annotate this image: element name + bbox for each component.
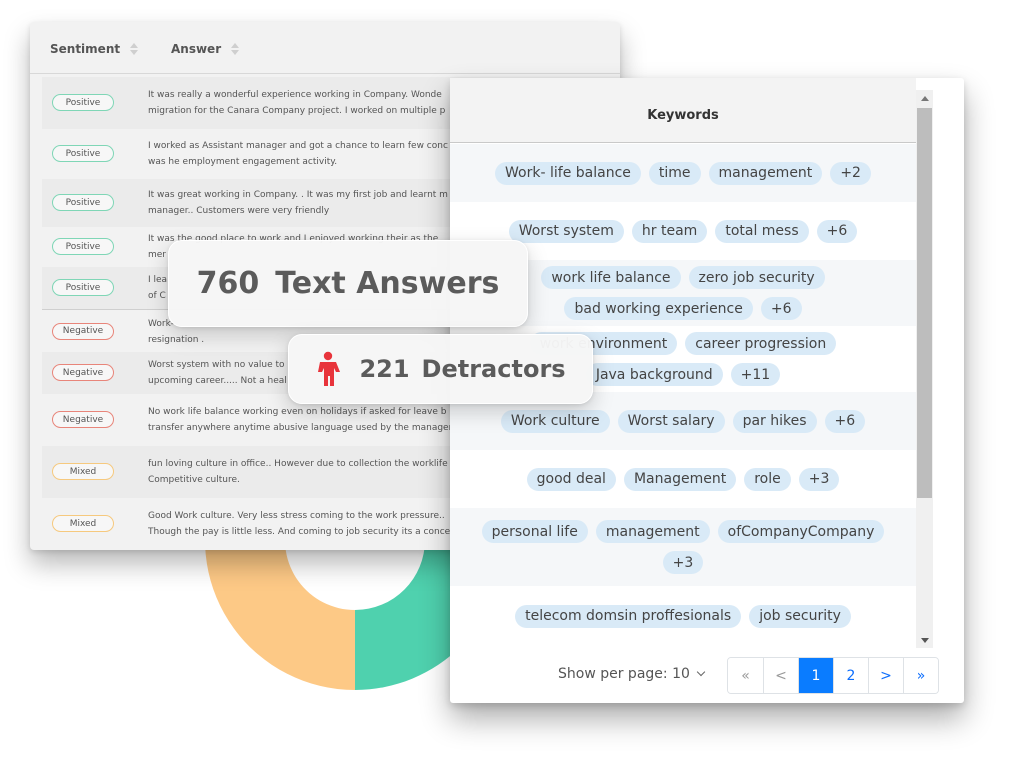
sentiment-badge: Mixed (52, 515, 114, 532)
more-keywords-chip[interactable]: +3 (662, 551, 704, 574)
more-keywords-chip[interactable]: +3 (798, 467, 840, 491)
keyword-chip[interactable]: good deal (526, 467, 616, 491)
column-header-label: Answer (171, 42, 222, 56)
keyword-chip[interactable]: personal life (481, 520, 588, 543)
keyword-chip[interactable]: total mess (715, 219, 809, 243)
keyword-chip[interactable]: work life balance (541, 266, 681, 289)
detractors-label: Detractors (421, 355, 566, 383)
more-keywords-chip[interactable]: +6 (760, 297, 802, 320)
detractors-card: 221 Detractors (288, 334, 593, 404)
text-answers-card: 760 Text Answers (168, 240, 528, 327)
keyword-chip[interactable]: Work culture (500, 409, 610, 433)
sentiment-badge: Negative (52, 322, 114, 340)
sentiment-badge: Positive (52, 194, 114, 211)
arrow-up-icon (920, 95, 929, 101)
page-2-button[interactable]: 2 (833, 658, 868, 693)
keyword-row: Work- life balance time management +2 (450, 144, 916, 202)
scroll-thumb[interactable] (917, 108, 932, 498)
sort-icon[interactable] (231, 43, 240, 55)
text-answers-count: 760 (196, 266, 260, 301)
scroll-up-button[interactable] (916, 90, 933, 106)
per-page-label: Show per page: 10 (558, 666, 690, 682)
sentiment-badge: Positive (52, 145, 114, 162)
detractors-count: 221 (359, 355, 410, 383)
keyword-chip[interactable]: job security (749, 604, 851, 628)
keyword-chip[interactable]: par hikes (732, 409, 817, 433)
keyword-chip[interactable]: management (708, 161, 823, 185)
scrollbar[interactable] (916, 90, 933, 648)
keyword-chip[interactable]: telecom domsin proffesionals (515, 604, 742, 628)
sentiment-badge: Negative (52, 411, 114, 428)
arrow-down-icon (920, 637, 929, 643)
pagination: « < 1 2 > » (727, 657, 939, 694)
keyword-chip[interactable]: Worst system (508, 219, 624, 243)
more-keywords-chip[interactable]: +11 (730, 363, 781, 386)
keyword-chip[interactable]: zero job security (688, 266, 825, 289)
keyword-chip[interactable]: Management (623, 467, 737, 491)
prev-page-button[interactable]: < (763, 658, 798, 693)
keyword-chip[interactable]: Java background (585, 363, 723, 386)
keyword-row: good deal Management role +3 (450, 450, 916, 508)
person-icon (318, 351, 341, 386)
keyword-chip[interactable]: ofCompanyCompany (717, 520, 885, 543)
keyword-chip[interactable]: role (744, 467, 791, 491)
sentiment-badge: Positive (52, 279, 114, 296)
more-keywords-chip[interactable]: +2 (830, 161, 871, 185)
keyword-row: personal life management ofCompanyCompany +… (450, 508, 916, 586)
more-keywords-chip[interactable]: +6 (824, 409, 866, 433)
column-header-sentiment[interactable]: Sentiment (50, 42, 139, 56)
last-page-button[interactable]: » (903, 658, 938, 693)
keyword-chip[interactable]: Work- life balance (495, 161, 641, 185)
keyword-chip[interactable]: Worst salary (617, 409, 725, 433)
page-1-button[interactable]: 1 (798, 658, 833, 693)
next-page-button[interactable]: > (868, 658, 903, 693)
keyword-chip[interactable]: bad working experience (564, 297, 753, 320)
keywords-title: Keywords (450, 78, 916, 143)
table-header: Sentiment Answer (30, 22, 620, 74)
keyword-row: telecom domsin proffesionals job security (450, 586, 916, 646)
first-page-button[interactable]: « (728, 658, 763, 693)
column-header-label: Sentiment (50, 42, 121, 56)
keyword-chip[interactable]: management (595, 520, 710, 543)
column-header-answer[interactable]: Answer (171, 42, 240, 56)
sentiment-badge: Positive (52, 94, 114, 111)
sentiment-badge: Mixed (52, 463, 114, 480)
text-answers-label: Text Answers (275, 266, 500, 301)
sentiment-badge: Negative (52, 364, 114, 381)
keyword-chip[interactable]: hr team (631, 219, 708, 243)
sentiment-badge: Positive (52, 238, 114, 255)
per-page-select[interactable]: Show per page: 10 (558, 666, 706, 682)
keyword-chip[interactable]: time (648, 161, 701, 185)
keyword-chip[interactable]: career progression (685, 332, 837, 355)
scroll-down-button[interactable] (916, 632, 933, 648)
more-keywords-chip[interactable]: +6 (816, 219, 858, 243)
chevron-down-icon (696, 667, 706, 677)
keywords-footer: Show per page: 10 « < 1 2 > » (450, 656, 964, 696)
sort-icon[interactable] (130, 43, 139, 55)
